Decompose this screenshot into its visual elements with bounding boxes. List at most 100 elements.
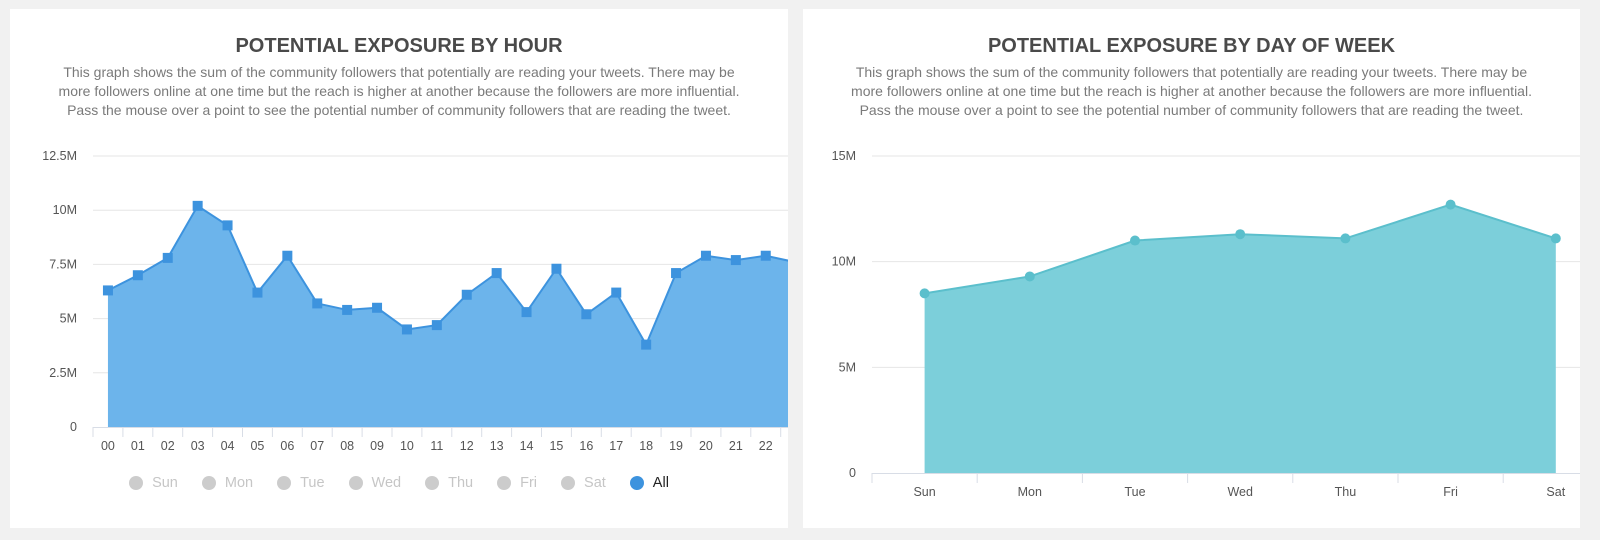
legend-marker-icon bbox=[348, 476, 363, 490]
x-tick-label: Tue bbox=[1124, 485, 1145, 499]
x-tick-label: 14 bbox=[520, 439, 534, 453]
y-tick-label: 2.5M bbox=[49, 366, 77, 380]
x-tick-label: Sat bbox=[1546, 485, 1565, 499]
series-area bbox=[107, 205, 788, 427]
legend-label: All bbox=[652, 475, 669, 491]
data-point[interactable] bbox=[162, 252, 173, 263]
y-tick-label: 12.5M bbox=[42, 149, 77, 163]
x-tick-label: 21 bbox=[729, 439, 743, 453]
x-tick-label: 19 bbox=[669, 439, 683, 453]
x-tick-label: Wed bbox=[1227, 485, 1253, 499]
y-tick-label: 5M bbox=[839, 360, 856, 374]
y-tick-label: 10M bbox=[53, 203, 77, 217]
legend-item-sat[interactable]: Sat bbox=[561, 475, 606, 491]
legend-marker-icon bbox=[201, 476, 216, 490]
x-tick-label: 11 bbox=[430, 439, 443, 453]
series-area bbox=[924, 204, 1556, 473]
data-point[interactable] bbox=[192, 200, 203, 211]
legend-label: Thu bbox=[448, 475, 474, 491]
data-point[interactable] bbox=[730, 255, 741, 266]
data-point[interactable] bbox=[102, 285, 113, 296]
legend-label: Sat bbox=[584, 475, 606, 491]
data-point[interactable] bbox=[372, 302, 383, 313]
data-point[interactable] bbox=[1235, 229, 1246, 240]
x-tick-label: 10 bbox=[400, 439, 414, 453]
day-exposure-card: POTENTIAL EXPOSURE BY DAY OF WEEK This g… bbox=[803, 9, 1580, 528]
data-point[interactable] bbox=[312, 298, 323, 309]
legend-item-fri[interactable]: Fri bbox=[497, 475, 537, 491]
x-tick-label: 00 bbox=[101, 439, 115, 453]
hour-exposure-card: POTENTIAL EXPOSURE BY HOUR This graph sh… bbox=[10, 9, 788, 528]
data-point[interactable] bbox=[401, 324, 412, 335]
data-point[interactable] bbox=[461, 289, 472, 300]
y-tick-label: 7.5M bbox=[49, 257, 77, 271]
legend-marker-icon bbox=[425, 476, 440, 490]
legend-item-all[interactable]: All bbox=[629, 475, 669, 491]
x-tick-label: 05 bbox=[250, 439, 264, 453]
x-tick-label: 17 bbox=[609, 439, 623, 453]
x-tick-label: 06 bbox=[280, 439, 294, 453]
x-tick-label: Thu bbox=[1335, 485, 1357, 499]
y-tick-label: 10M bbox=[832, 255, 856, 269]
data-point[interactable] bbox=[252, 287, 263, 298]
data-point[interactable] bbox=[1024, 271, 1035, 282]
y-tick-label: 5M bbox=[60, 312, 77, 326]
legend-item-sun[interactable]: Sun bbox=[129, 475, 178, 491]
legend-label: Sun bbox=[152, 475, 178, 491]
legend-item-mon[interactable]: Mon bbox=[201, 475, 254, 491]
x-tick-label: 16 bbox=[579, 439, 593, 453]
data-point[interactable] bbox=[641, 339, 652, 350]
data-point[interactable] bbox=[671, 268, 682, 279]
y-tick-label: 0 bbox=[70, 420, 77, 434]
legend-label: Fri bbox=[520, 475, 538, 491]
x-tick-label: 07 bbox=[310, 439, 324, 453]
legend-marker-icon bbox=[277, 476, 292, 490]
x-tick-label: 04 bbox=[221, 439, 235, 453]
legend-marker-icon bbox=[561, 476, 576, 490]
data-point[interactable] bbox=[1445, 199, 1456, 210]
legend-label: Mon bbox=[224, 475, 254, 491]
data-point[interactable] bbox=[1130, 235, 1140, 246]
x-tick-label: 08 bbox=[340, 439, 354, 453]
day-area-chart: 0 5M 10M 15M Sun Mon Tue Wed Thu Fri Sat bbox=[832, 149, 1580, 499]
legend-marker-icon bbox=[629, 476, 644, 490]
data-point[interactable] bbox=[132, 270, 143, 281]
data-point[interactable] bbox=[491, 268, 502, 279]
data-point[interactable] bbox=[551, 263, 562, 274]
x-tick-label: 02 bbox=[161, 439, 175, 453]
data-point[interactable] bbox=[700, 250, 711, 261]
hour-chart-legend: Sun Mon Tue Wed Thu Fri Sat All bbox=[10, 475, 788, 491]
data-point[interactable] bbox=[1550, 233, 1561, 244]
y-tick-label: 0 bbox=[849, 466, 856, 480]
x-tick-label: 03 bbox=[191, 439, 205, 453]
hour-area-chart: 0 2.5M 5M 7.5M 10M 12.5M 00 01 02 03 04 05 06 07 08 09 1… bbox=[42, 149, 788, 453]
data-point[interactable] bbox=[1340, 233, 1351, 244]
x-tick-label: 20 bbox=[699, 439, 713, 453]
x-tick-label: 22 bbox=[759, 439, 773, 453]
x-tick-label: 01 bbox=[131, 439, 145, 453]
x-tick-label: 15 bbox=[549, 439, 563, 453]
legend-label: Tue bbox=[300, 475, 325, 491]
x-tick-label: 12 bbox=[460, 439, 474, 453]
data-point[interactable] bbox=[282, 250, 293, 261]
data-point[interactable] bbox=[431, 320, 442, 331]
data-point[interactable] bbox=[521, 307, 532, 318]
legend-item-tue[interactable]: Tue bbox=[277, 475, 325, 491]
data-point[interactable] bbox=[919, 288, 930, 299]
legend-label: Wed bbox=[371, 475, 402, 491]
data-point[interactable] bbox=[342, 304, 353, 315]
data-point[interactable] bbox=[611, 287, 622, 298]
data-point[interactable] bbox=[581, 309, 592, 320]
x-tick-label: 18 bbox=[639, 439, 653, 453]
data-point[interactable] bbox=[222, 220, 233, 231]
x-tick-label: Sun bbox=[913, 485, 935, 499]
x-tick-label: Fri bbox=[1443, 485, 1458, 499]
data-point[interactable] bbox=[760, 250, 771, 261]
legend-item-wed[interactable]: Wed bbox=[348, 475, 402, 491]
legend-marker-icon bbox=[497, 476, 512, 490]
x-tick-label: Mon bbox=[1018, 485, 1042, 499]
x-tick-label: 13 bbox=[490, 439, 504, 453]
legend-marker-icon bbox=[129, 476, 144, 490]
y-tick-label: 15M bbox=[832, 149, 856, 163]
legend-item-thu[interactable]: Thu bbox=[425, 475, 473, 491]
